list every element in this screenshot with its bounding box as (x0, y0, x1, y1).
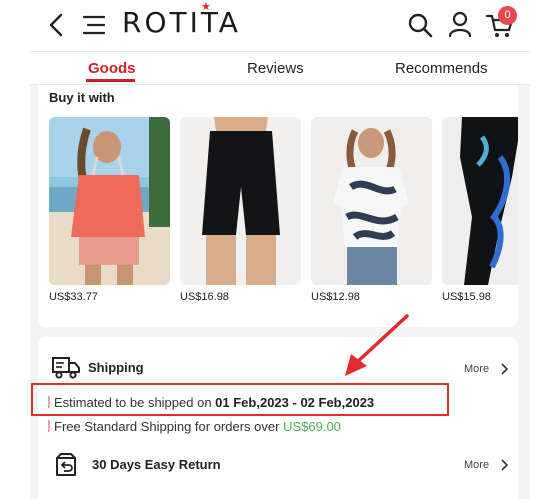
shipping-section: Shipping More Estimated to be shipped on… (38, 337, 518, 499)
product-card[interactable]: US$16.98 (180, 117, 301, 303)
chevron-right-icon[interactable] (500, 459, 508, 471)
top-header: ROTITA ★ 0 (30, 0, 530, 52)
chevron-right-icon[interactable] (500, 363, 508, 375)
shipping-more-link[interactable]: More (464, 363, 489, 375)
user-icon[interactable] (448, 11, 472, 37)
bullet-bar (48, 420, 50, 432)
product-card[interactable]: US$33.77 (49, 117, 170, 303)
product-price: US$15.98 (442, 291, 491, 303)
return-box-icon (56, 453, 76, 476)
annotation-highlight-box (31, 383, 449, 416)
return-policy-title: 30 Days Easy Return (92, 457, 221, 472)
tab-goods[interactable]: Goods (88, 60, 136, 77)
annotation-arrow-icon (345, 314, 409, 376)
product-image-tie-dye-top[interactable] (311, 117, 432, 285)
tab-reviews[interactable]: Reviews (247, 60, 304, 77)
free-shipping-note: Free Standard Shipping for orders over U… (48, 419, 341, 434)
tab-recommends[interactable]: Recommends (395, 60, 488, 77)
tab-active-underline (86, 79, 135, 82)
product-tabs: Goods Reviews Recommends (30, 53, 530, 85)
shipping-title: Shipping (88, 360, 144, 375)
product-price: US$16.98 (180, 291, 229, 303)
free-shipping-prefix: Free Standard Shipping for orders over (54, 419, 284, 434)
section-title: Buy it with (49, 90, 115, 105)
product-image-black-shorts[interactable] (180, 117, 301, 285)
product-price: US$33.77 (49, 291, 98, 303)
buy-it-with-section: Buy it with US$33.77 US$16.98 US$12.98 U… (38, 85, 518, 327)
menu-icon[interactable] (82, 13, 106, 37)
truck-icon (52, 357, 80, 379)
free-shipping-threshold: US$69.00 (283, 419, 341, 434)
product-card[interactable]: US$12.98 (311, 117, 432, 303)
return-more-link[interactable]: More (464, 459, 489, 471)
product-image-printed-leggings[interactable] (442, 117, 518, 285)
cart-count-badge: 0 (498, 6, 517, 25)
product-image-coral-tankini[interactable] (49, 117, 170, 285)
product-price: US$12.98 (311, 291, 360, 303)
brand-logo[interactable]: ROTITA (122, 6, 241, 39)
back-icon[interactable] (47, 12, 65, 38)
search-icon[interactable] (407, 12, 433, 38)
logo-star-icon: ★ (201, 1, 211, 13)
product-card[interactable]: US$15.98 (442, 117, 518, 303)
